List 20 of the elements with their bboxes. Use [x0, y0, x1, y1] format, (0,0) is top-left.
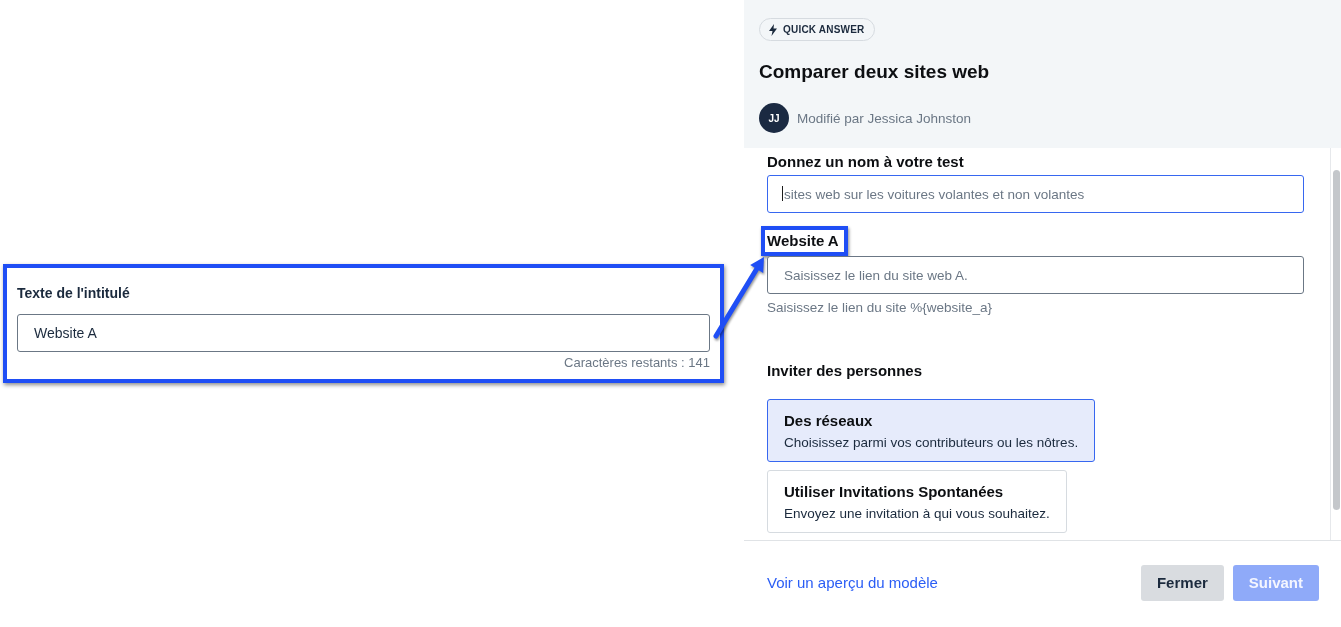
badge-label: QUICK ANSWER [783, 24, 865, 35]
text-input[interactable]: Website A [17, 314, 710, 352]
modified-by-text: Modifié par Jessica Johnston [797, 110, 972, 126]
text-input[interactable]: sites web sur les voitures volantes et non volantes [767, 175, 1304, 213]
panel-title: Comparer deux sites web [759, 61, 991, 83]
option-card[interactable]: Des réseaux Choisissez parmi vos contributeurs ou les nôtres. [767, 399, 1096, 462]
field-label: Texte de l'intitulé [17, 284, 131, 302]
scrollbar-thumb[interactable] [1333, 170, 1340, 510]
section-heading: Inviter des personnes [767, 362, 923, 380]
text-input[interactable]: Saisissez le lien du site web A. [767, 256, 1304, 294]
help-text: Saisissez le lien du site %{website_a} [767, 299, 993, 316]
field-label: Donnez un nom à votre test [767, 153, 964, 171]
text-cursor-icon [782, 186, 783, 201]
lightning-icon [769, 23, 777, 36]
close-button[interactable]: Fermer [1140, 564, 1224, 601]
field-label: Website A [761, 226, 848, 256]
preview-link[interactable]: Voir un aperçu du modèle [767, 574, 938, 591]
avatar: JJ [759, 103, 789, 133]
option-card[interactable]: Utiliser Invitations Spontanées Envoyez une invitation à qui vous souhaitez. [767, 470, 1067, 533]
character-counter: Caractères restants : 141 [563, 355, 710, 371]
